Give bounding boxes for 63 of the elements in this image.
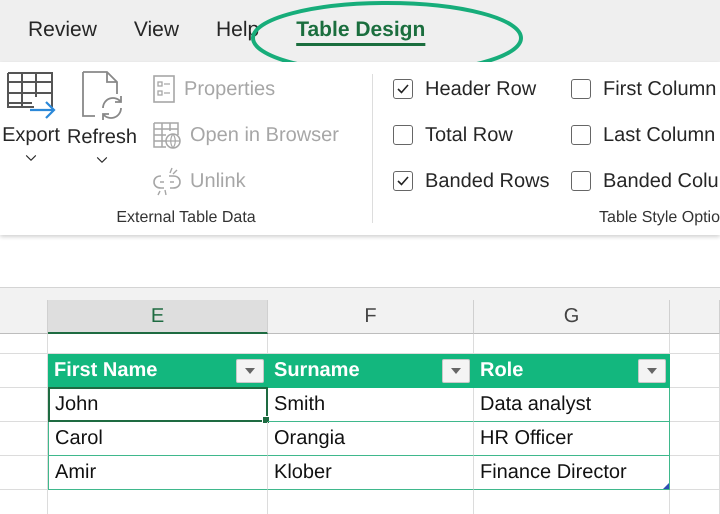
grid-cell[interactable] — [670, 422, 720, 456]
dropdown-arrow-icon — [451, 368, 461, 374]
grid-cell[interactable] — [670, 456, 720, 490]
filter-button[interactable] — [638, 358, 666, 382]
checkbox[interactable] — [571, 79, 591, 99]
checkbox-option[interactable]: Header Row — [393, 72, 571, 106]
table-cell[interactable]: Carol — [48, 422, 268, 456]
header-corner — [0, 300, 48, 334]
checkbox-label: Header Row — [425, 78, 536, 100]
ribbon-tab[interactable]: Review — [28, 18, 97, 42]
table-cell[interactable]: HR Officer — [474, 422, 670, 456]
checkbox[interactable] — [393, 171, 413, 191]
group-label: External Table Data — [116, 209, 256, 227]
checkbox-option[interactable]: Banded Rows — [393, 164, 571, 198]
grid-cell[interactable] — [670, 388, 720, 422]
checkbox[interactable] — [571, 125, 591, 145]
checkbox-label: Total Row — [425, 124, 513, 146]
checkbox[interactable] — [571, 171, 591, 191]
header-label: Surname — [274, 359, 360, 382]
dropdown-arrow-icon — [245, 368, 255, 374]
ribbon-tab[interactable]: Table Design — [296, 18, 426, 42]
table-cell[interactable]: Finance Director — [474, 456, 670, 490]
table-cell[interactable]: Klober — [268, 456, 474, 490]
grid-cell[interactable] — [0, 388, 48, 422]
grid-cell[interactable] — [0, 422, 48, 456]
group-label: Table Style Optio — [599, 209, 720, 227]
header-label: Role — [480, 359, 524, 382]
column-header[interactable]: G — [474, 300, 670, 334]
check-icon — [396, 83, 410, 95]
column-header[interactable]: F — [268, 300, 474, 334]
checkbox[interactable] — [393, 79, 413, 99]
ribbon-button[interactable]: Refresh — [64, 62, 140, 209]
checkbox-option[interactable]: Total Row — [393, 118, 571, 152]
checkbox-option[interactable]: Last Column — [571, 118, 720, 152]
broken-link-icon — [152, 166, 182, 196]
check-icon — [396, 175, 410, 187]
list-icon — [152, 75, 176, 103]
resize-handle-icon[interactable] — [663, 483, 669, 489]
checkbox-label: Banded Colu — [603, 170, 719, 192]
table-cell[interactable]: Orangia — [268, 422, 474, 456]
filter-button[interactable] — [442, 358, 470, 382]
ribbon-tab[interactable]: View — [134, 18, 179, 42]
table-cell[interactable]: Smith — [268, 388, 474, 422]
table-cell[interactable]: Amir — [48, 456, 268, 490]
filter-button[interactable] — [236, 358, 264, 382]
grid-cell[interactable] — [670, 354, 720, 388]
table-globe-icon — [152, 120, 182, 150]
header-label: First Name — [54, 359, 158, 382]
checkbox-label: Last Column — [603, 124, 716, 146]
checkbox-label: First Column — [603, 78, 716, 100]
dropdown-arrow-icon — [647, 368, 657, 374]
ribbon-button[interactable]: Export — [0, 62, 62, 209]
table-cell[interactable]: Data analyst — [474, 388, 670, 422]
checkbox-label: Banded Rows — [425, 170, 550, 192]
grid-cell[interactable] — [0, 334, 48, 354]
checkbox[interactable] — [393, 125, 413, 145]
checkbox-option[interactable]: First Column — [571, 72, 720, 106]
table-cell[interactable]: John — [48, 388, 268, 422]
grid-cell[interactable] — [0, 456, 48, 490]
column-header[interactable]: E — [48, 300, 268, 334]
header-corner — [670, 300, 720, 334]
checkbox-option[interactable]: Banded Colu — [571, 164, 720, 198]
grid-cell[interactable] — [670, 334, 720, 354]
